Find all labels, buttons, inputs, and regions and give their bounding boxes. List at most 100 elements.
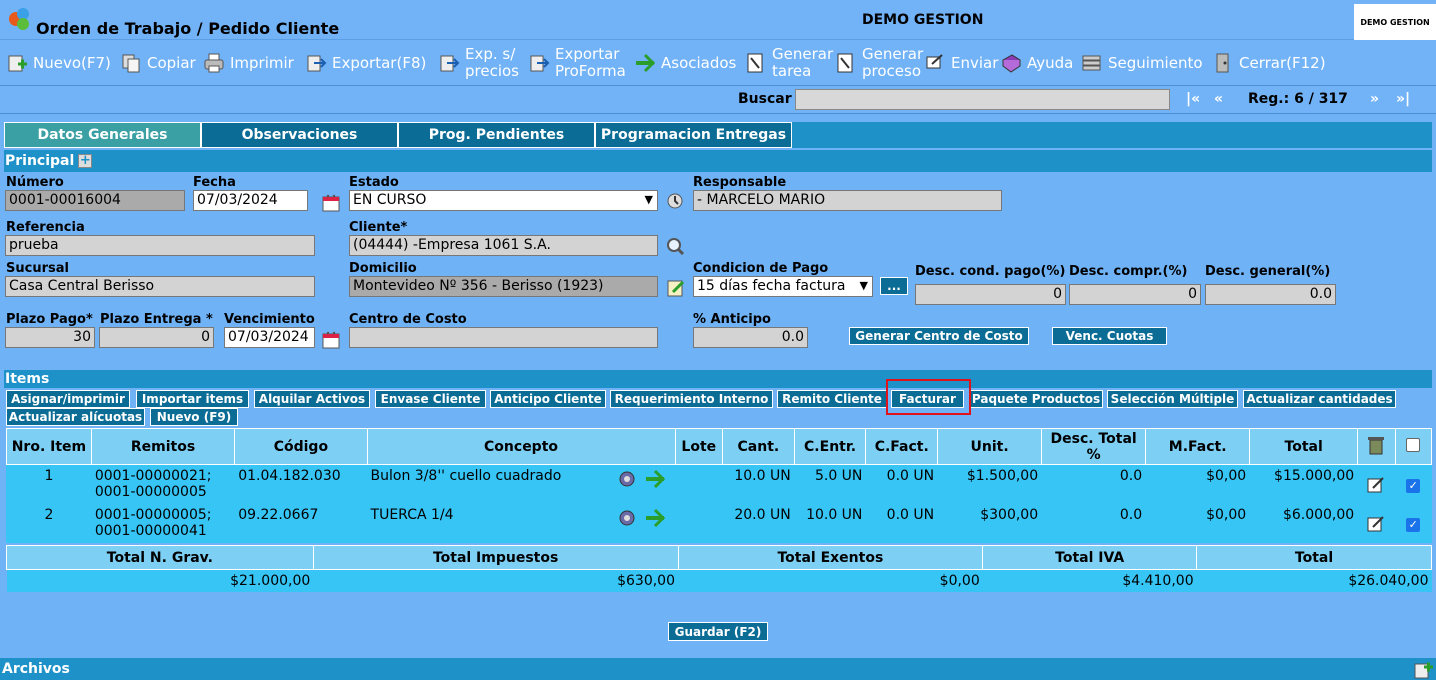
ayuda-button[interactable]: Ayuda (1000, 52, 1073, 74)
row-checkbox[interactable]: ✓ (1406, 518, 1421, 532)
totals-header-row: Total N. Grav. Total Impuestos Total Exe… (6, 545, 1432, 570)
col-centr[interactable]: C.Entr. (793, 428, 867, 465)
plazo-pago-field[interactable]: 30 (5, 327, 95, 348)
col-cant[interactable]: Cant. (722, 428, 795, 465)
plazo-entrega-field[interactable]: 0 (99, 327, 214, 348)
envase-cliente-button[interactable]: Envase Cliente (375, 390, 486, 408)
seguimiento-button[interactable]: Seguimiento (1081, 52, 1203, 74)
calendar-icon[interactable] (320, 329, 342, 351)
cell-centr: 5.0 UN (793, 464, 867, 504)
domicilio-field[interactable]: Montevideo Nº 356 - Berisso (1923) (349, 276, 658, 297)
table-row[interactable]: 1 0001-00000021; 0001-00000005 01.04.182.… (6, 464, 1433, 504)
nuevo-button[interactable]: Nuevo(F7) (6, 52, 111, 74)
cliente-field[interactable]: (04444) -Empresa 1061 S.A. (349, 235, 658, 256)
col-nro-item[interactable]: Nro. Item (6, 428, 92, 465)
copiar-button[interactable]: Copiar (120, 52, 196, 74)
enviar-button[interactable]: Enviar (924, 52, 998, 74)
exp-precios-button[interactable]: Exp. s/precios (438, 46, 519, 80)
table-row[interactable]: 2 0001-00000005; 0001-00000041 09.22.0667… (6, 503, 1433, 543)
anticipo-cliente-button[interactable]: Anticipo Cliente (490, 390, 606, 408)
guardar-button[interactable]: Guardar (F2) (668, 622, 768, 641)
total-exentos-header: Total Exentos (677, 545, 984, 570)
alquilar-activos-button[interactable]: Alquilar Activos (254, 390, 370, 408)
edit-row-icon[interactable] (1366, 477, 1386, 499)
col-concepto[interactable]: Concepto (366, 428, 676, 465)
cell-lote (674, 503, 724, 543)
select-all-checkbox[interactable] (1406, 437, 1421, 452)
search-input[interactable] (795, 89, 1170, 110)
col-cfact[interactable]: C.Fact. (865, 428, 939, 465)
cell-cant: 10.0 UN (722, 464, 795, 504)
chevron-down-icon: ▼ (644, 193, 653, 206)
tab-datos-generales[interactable]: Datos Generales (4, 122, 201, 148)
edit-row-icon[interactable] (1366, 516, 1386, 538)
associated-icon[interactable] (644, 468, 666, 494)
condicion-select[interactable]: 15 días fecha factura ▼ (693, 276, 873, 297)
product-gear-icon[interactable] (616, 507, 638, 533)
generar-proceso-button[interactable]: Generar proceso (835, 46, 923, 80)
col-lote[interactable]: Lote (674, 428, 724, 465)
prev-record-button[interactable]: « (1214, 91, 1223, 107)
col-remitos[interactable]: Remitos (90, 428, 236, 465)
venc-cuotas-button[interactable]: Venc. Cuotas (1052, 327, 1167, 345)
desc-cond-field[interactable]: 0 (915, 284, 1066, 305)
row-checkbox[interactable]: ✓ (1406, 479, 1421, 493)
calendar-icon[interactable] (320, 192, 342, 214)
imprimir-button[interactable]: Imprimir (203, 52, 294, 74)
col-mfact[interactable]: M.Fact. (1145, 428, 1251, 465)
requerimiento-interno-button[interactable]: Requerimiento Interno (610, 390, 773, 408)
anticipo-field[interactable]: 0.0 (693, 327, 808, 348)
trash-icon[interactable] (1366, 436, 1386, 460)
copiar-label: Copiar (147, 53, 196, 72)
add-file-icon[interactable] (1412, 658, 1434, 680)
nuevo-item-button[interactable]: Nuevo (F9) (150, 408, 238, 426)
exp-precios-label-1: Exp. s/ (465, 45, 516, 63)
total-n-grav-header: Total N. Grav. (6, 545, 314, 570)
exportar-button[interactable]: Exportar(F8) (305, 52, 426, 74)
numero-field[interactable]: 0001-00016004 (5, 190, 185, 211)
expand-icon[interactable]: + (78, 154, 93, 168)
condicion-more-button[interactable]: ... (880, 277, 908, 295)
paquete-productos-button[interactable]: Paquete Productos (969, 390, 1103, 408)
cell-check: ✓ (1394, 503, 1433, 543)
estado-select[interactable]: EN CURSO ▼ (349, 190, 658, 211)
desc-compr-field[interactable]: 0 (1069, 284, 1201, 305)
importar-items-button[interactable]: Importar items (136, 390, 249, 408)
next-record-button[interactable]: » (1370, 91, 1379, 107)
last-record-button[interactable]: »| (1396, 91, 1410, 107)
remito-cliente-button[interactable]: Remito Cliente (777, 390, 887, 408)
edit-address-icon[interactable] (665, 277, 687, 299)
brand-box: DEMO GESTION (1354, 4, 1436, 40)
actualizar-cantidades-button[interactable]: Actualizar cantidades (1243, 390, 1396, 408)
asignar-imprimir-button[interactable]: Asignar/imprimir (6, 390, 130, 408)
client-search-icon[interactable] (664, 235, 686, 257)
vencimiento-field[interactable]: 07/03/2024 (224, 327, 315, 348)
associated-icon[interactable] (644, 507, 666, 533)
tab-programacion-entregas[interactable]: Programacion Entregas (595, 122, 792, 148)
col-unit[interactable]: Unit. (937, 428, 1043, 465)
tab-prog-pendientes[interactable]: Prog. Pendientes (398, 122, 595, 148)
product-gear-icon[interactable] (616, 468, 638, 494)
tab-observaciones[interactable]: Observaciones (201, 122, 398, 148)
generar-tarea-button[interactable]: Generar tarea (745, 46, 833, 80)
centro-costo-field[interactable] (349, 327, 658, 348)
cerrar-button[interactable]: Cerrar(F12) (1212, 52, 1326, 74)
col-total[interactable]: Total (1249, 428, 1359, 465)
exportar-proforma-button[interactable]: Exportar ProForma (528, 46, 626, 80)
asociados-button[interactable]: Asociados (634, 52, 736, 74)
seleccion-multiple-button[interactable]: Selección Múltiple (1107, 390, 1238, 408)
remito-line-1: 0001-00000005; (94, 507, 212, 523)
estado-history-icon[interactable] (664, 190, 686, 212)
actualizar-alicuotas-button[interactable]: Actualizar alícuotas (6, 408, 145, 426)
items-table: Nro. Item Remitos Código Concepto Lote C… (6, 428, 1433, 543)
sucursal-field[interactable]: Casa Central Berisso (5, 276, 315, 297)
responsable-field[interactable]: - MARCELO MARIO (693, 190, 1002, 211)
first-record-button[interactable]: |« (1186, 91, 1200, 107)
archivos-section-header: Archivos (0, 658, 1436, 680)
desc-general-field[interactable]: 0.0 (1205, 284, 1336, 305)
referencia-field[interactable]: prueba (5, 235, 315, 256)
col-codigo[interactable]: Código (234, 428, 368, 465)
fecha-field[interactable]: 07/03/2024 (193, 190, 308, 211)
col-desc-total[interactable]: Desc. Total % (1041, 428, 1147, 465)
generar-centro-costo-button[interactable]: Generar Centro de Costo (849, 327, 1029, 345)
